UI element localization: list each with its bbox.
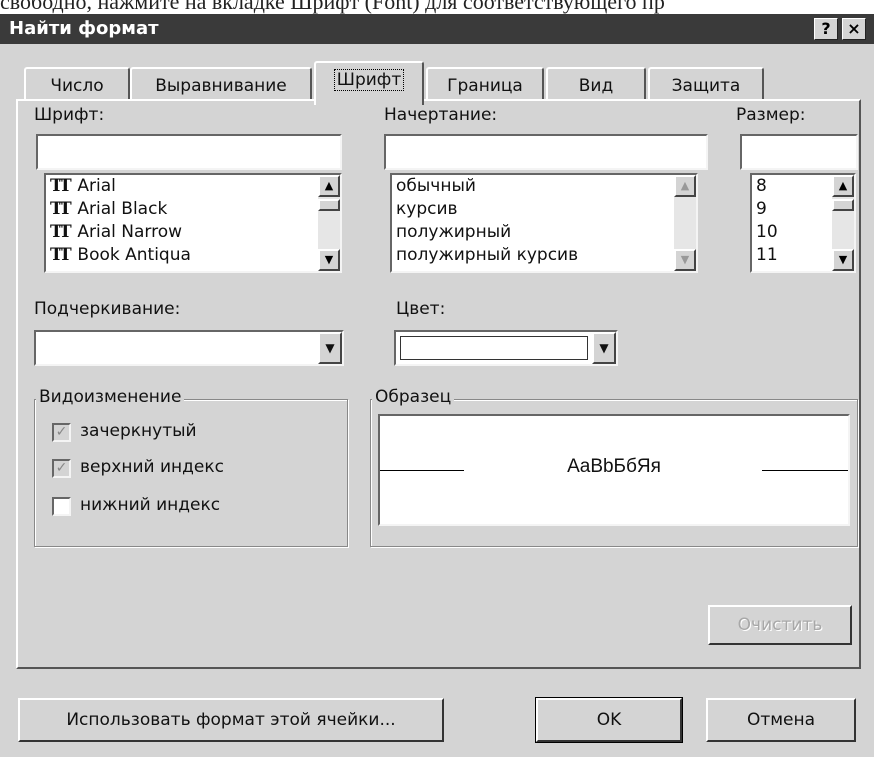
font-item-label: Arial Black (77, 199, 168, 219)
style-list-scrollbar[interactable]: ▲ ▼ (674, 175, 696, 271)
font-label: Шрифт: (34, 105, 105, 125)
truetype-icon: TT (50, 176, 72, 196)
color-select[interactable]: ▼ (394, 330, 618, 366)
subscript-label: нижний индекс (80, 495, 221, 515)
font-list-scrollbar[interactable]: ▲ ▼ (318, 175, 340, 271)
preview-sample-text: AaBbБбЯя (567, 456, 661, 477)
list-item[interactable]: полужирный (392, 221, 696, 244)
style-label: Начертание: (384, 105, 498, 125)
list-item[interactable]: полужирный курсив (392, 244, 696, 267)
dialog-title: Найти формат (9, 18, 159, 39)
tab-label: Граница (447, 76, 523, 96)
superscript-checkbox[interactable]: ✓ (52, 459, 71, 478)
superscript-label: верхний индекс (80, 457, 224, 477)
list-item[interactable]: курсив (392, 198, 696, 221)
font-item-label: Arial Narrow (77, 222, 183, 242)
font-name-input[interactable] (36, 134, 342, 170)
ok-button[interactable]: OK (535, 697, 683, 743)
font-item-label: Book Antiqua (77, 245, 191, 265)
font-item-label: Arial (77, 176, 116, 196)
clear-button[interactable]: Очистить (708, 605, 852, 645)
list-item[interactable]: TT Arial Narrow (46, 221, 340, 244)
size-list-scrollbar[interactable]: ▲ ▼ (832, 175, 854, 271)
preview-group-title: Образец (372, 387, 455, 407)
strikethrough-checkbox[interactable]: ✓ (52, 423, 71, 442)
chevron-down-icon: ▼ (325, 341, 335, 355)
close-icon: × (847, 19, 861, 38)
underline-label: Подчеркивание: (34, 299, 181, 319)
underline-select[interactable]: ▼ (34, 330, 344, 366)
arrow-down-icon: ▼ (838, 253, 848, 266)
dialog-titlebar[interactable]: Найти формат ? × (0, 14, 874, 44)
list-item[interactable]: TT Arial (46, 175, 340, 198)
cancel-button[interactable]: Отмена (706, 698, 856, 742)
arrow-down-icon: ▼ (324, 253, 334, 266)
scroll-up-button[interactable]: ▲ (318, 175, 340, 197)
style-input[interactable] (384, 134, 708, 170)
truetype-icon: TT (50, 222, 72, 242)
check-icon: ✓ (55, 424, 68, 440)
font-tab-panel: Шрифт: TT Arial TT Arial Black TT Arial … (16, 99, 861, 669)
document-text-strip: свободно, нажмите на вкладке Шрифт (Font… (0, 0, 874, 14)
preview-box: AaBbБбЯя (378, 414, 850, 526)
arrow-up-icon: ▲ (838, 179, 848, 192)
truetype-icon: TT (50, 245, 72, 265)
tab-label: Число (50, 76, 104, 96)
arrow-up-icon: ▲ (324, 179, 334, 192)
scroll-thumb[interactable] (832, 199, 854, 211)
scroll-thumb[interactable] (318, 199, 340, 211)
scroll-down-button[interactable]: ▼ (674, 249, 696, 271)
close-button[interactable]: × (842, 18, 866, 40)
chevron-down-icon: ▼ (599, 341, 609, 355)
color-label: Цвет: (396, 299, 446, 319)
underline-dropdown-button[interactable]: ▼ (318, 332, 342, 364)
strikethrough-label: зачеркнутый (80, 421, 197, 441)
size-label: Размер: (736, 105, 806, 125)
tab-label: Шрифт (333, 69, 405, 91)
style-list[interactable]: обычный курсив полужирный полужирный кур… (390, 173, 698, 273)
document-text: свободно, нажмите на вкладке Шрифт (Font… (0, 0, 665, 14)
check-icon: ✓ (55, 460, 68, 476)
help-icon: ? (821, 19, 831, 38)
use-cell-format-button[interactable]: Использовать формат этой ячейки... (18, 698, 444, 742)
arrow-down-icon: ▼ (680, 253, 690, 266)
list-item[interactable]: TT Arial Black (46, 198, 340, 221)
tab-font[interactable]: Шрифт (314, 61, 424, 105)
scroll-up-button[interactable]: ▲ (832, 175, 854, 197)
tab-label: Выравнивание (155, 76, 287, 96)
find-format-dialog: Найти формат ? × Число Выравнивание Шриф… (0, 14, 874, 757)
color-swatch (400, 336, 588, 360)
scroll-down-button[interactable]: ▼ (318, 249, 340, 271)
scroll-up-button[interactable]: ▲ (674, 175, 696, 197)
tab-label: Защита (671, 76, 741, 96)
subscript-checkbox[interactable] (52, 497, 71, 516)
list-item[interactable]: TT Book Antiqua (46, 244, 340, 267)
tab-label: Вид (578, 76, 614, 96)
size-list[interactable]: 8 9 10 11 ▲ ▼ (750, 173, 856, 273)
font-list[interactable]: TT Arial TT Arial Black TT Arial Narrow … (44, 173, 342, 273)
arrow-up-icon: ▲ (680, 179, 690, 192)
list-item[interactable]: обычный (392, 175, 696, 198)
scroll-down-button[interactable]: ▼ (832, 249, 854, 271)
help-button[interactable]: ? (814, 18, 838, 40)
size-input[interactable] (740, 134, 858, 170)
effects-group-title: Видоизменение (36, 387, 185, 407)
truetype-icon: TT (50, 199, 72, 219)
color-dropdown-button[interactable]: ▼ (592, 332, 616, 364)
